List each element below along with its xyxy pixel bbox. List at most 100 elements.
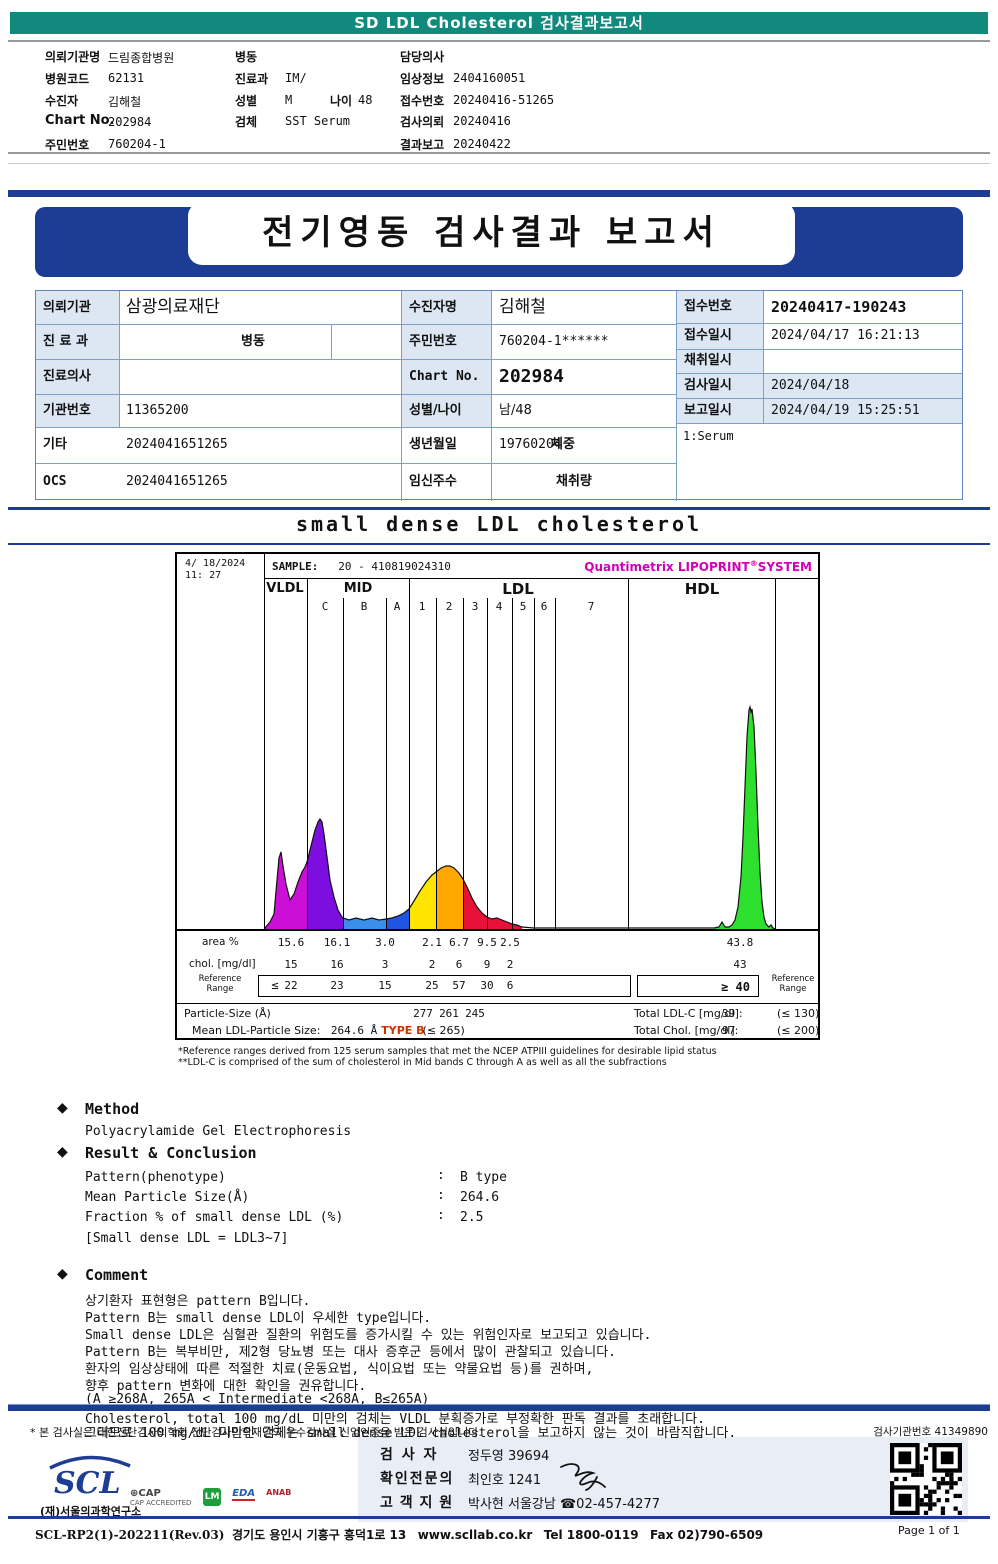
qr-module (923, 1455, 929, 1460)
lab-report-page: { "top_header": { "title": "SD LDL Chole… (0, 0, 998, 1564)
qr-module (928, 1498, 933, 1503)
grid-line (36, 359, 676, 360)
patient-info-block: 의뢰기관명 드림종합병원 병원코드 62131 수진자 김해철 Chart No… (0, 0, 998, 170)
lab-fax: Fax 02)790-6509 (650, 1528, 764, 1542)
qr-module (940, 1451, 954, 1465)
qr-module (957, 1493, 962, 1499)
table-sublabel: 병동 (241, 334, 265, 349)
qr-module (945, 1481, 950, 1486)
result-title: Result & Conclusion (85, 1144, 257, 1162)
result-key: Pattern(phenotype) (85, 1170, 226, 1185)
table-value: 760204-1****** (499, 334, 609, 349)
qr-module (919, 1464, 924, 1469)
table-label: 접수일시 (684, 328, 732, 343)
scl-logo-mark: SCL (49, 1455, 131, 1501)
qr-module (940, 1476, 946, 1482)
bullet-icon: ◆ (57, 1266, 68, 1282)
qr-module (894, 1476, 899, 1482)
result-sep: : (437, 1208, 445, 1223)
sign-value: 정두영 39694 (468, 1449, 550, 1464)
sign-value: 최인호 1241 (468, 1473, 542, 1488)
chart-value: 277 (413, 1007, 433, 1020)
banner-top-bar (8, 190, 990, 197)
qr-module (919, 1468, 924, 1473)
qr-module (932, 1502, 937, 1507)
report-info-table: 의뢰기관 삼광의료재단 진 료 과 병동 진료의사 기관번호 11365200 … (35, 290, 963, 501)
chart-value: 9 (483, 958, 491, 971)
qr-module (923, 1493, 929, 1499)
table-label: 성별/나이 (409, 403, 462, 418)
table-label: 주민번호 (409, 334, 457, 349)
lab-tel: Tel 1800-0119 (543, 1528, 639, 1542)
grid-line (331, 324, 332, 359)
cap-accredited-logo: ⊕CAP CAP ACCREDITED (130, 1488, 192, 1507)
qr-module (949, 1476, 954, 1482)
chart-value: 261 (439, 1007, 459, 1020)
section-title-wrap: small dense LDL cholesterol (0, 512, 998, 536)
table-label: 수진자명 (409, 300, 457, 315)
page-indicator: Page 1 of 1 (898, 1524, 960, 1537)
field-label: 수진자 (45, 94, 79, 108)
eda-logo: EDA (232, 1488, 256, 1501)
field-label: 임상정보 (400, 72, 445, 86)
table-value: 202984 (499, 366, 565, 387)
table-sublabel: 체중 (551, 437, 575, 452)
field-value: 760204-1 (108, 137, 166, 151)
signature-panel: 검 사 자 정두영 39694 확인전문의 최인호 1241 고 객 지 원 박… (358, 1437, 968, 1522)
section-rule (8, 543, 990, 545)
table-label: Chart No. (409, 369, 480, 384)
grid-line (401, 291, 402, 501)
field-value: 20240416-51265 (453, 93, 555, 107)
signature-scribble (560, 1463, 606, 1491)
table-label: 보고일시 (684, 403, 732, 418)
footer-line: SCL-RP2(1)-202211(Rev.03) 경기도 용인시 기흥구 흥덕… (35, 1526, 763, 1543)
sign-label: 검 사 자 (380, 1447, 439, 1463)
field-label: 병원코드 (45, 72, 90, 86)
table-label: OCS (43, 474, 67, 489)
result-sep: : (437, 1188, 445, 1203)
grid-line (491, 291, 492, 501)
qr-module (932, 1489, 937, 1494)
table-label: 의뢰기관 (43, 300, 91, 315)
grid-line (763, 291, 764, 423)
table-value: 남/48 (499, 403, 532, 418)
result-key: Fraction % of small dense LDL (%) (85, 1210, 344, 1225)
sign-label: 확인전문의 (380, 1471, 455, 1487)
divider (8, 163, 990, 164)
qr-module (923, 1510, 929, 1515)
lm-logo: LM (203, 1488, 222, 1506)
qr-module (928, 1493, 933, 1499)
table-value: 2024/04/17 16:21:13 (771, 328, 920, 343)
footer-rule (8, 1516, 990, 1519)
chart-value: 2.5 (500, 936, 520, 949)
chart-value: 16 (330, 958, 344, 971)
field-value: 62131 (108, 71, 145, 85)
divider (8, 40, 990, 42)
qr-module (923, 1485, 929, 1490)
result-note: [Small dense LDL = LDL3~7] (85, 1231, 289, 1246)
qr-module (953, 1493, 958, 1499)
field-value: 20240416 (453, 114, 511, 128)
chart-value: 15 (284, 958, 298, 971)
chart-value: 15.6 (277, 936, 305, 949)
body-end-rule (8, 1404, 990, 1411)
qr-module (949, 1485, 954, 1490)
method-line: Polyacrylamide Gel Electrophoresis (85, 1124, 352, 1139)
table-value: 2024/04/19 15:25:51 (771, 403, 920, 418)
field-value: 김해철 (108, 95, 142, 109)
qr-module (940, 1506, 946, 1511)
qr-code (890, 1443, 962, 1515)
field-value: M (285, 93, 293, 107)
title-banner-window: 전기영동 검사결과 보고서 (188, 202, 795, 265)
qr-module (940, 1510, 946, 1515)
chart-value: 23 (330, 979, 344, 992)
qr-module (919, 1472, 924, 1477)
table-sublabel: 채취량 (556, 474, 592, 489)
chart-value: 3 (381, 958, 389, 971)
chart-value: 30 (480, 979, 494, 992)
qr-module (919, 1502, 924, 1507)
sign-value: 박사현 서울강남 ☎02-457-4277 (468, 1497, 660, 1512)
chart-value: 22 (284, 979, 298, 992)
field-label: 담당의사 (400, 50, 445, 64)
table-label: 생년월일 (409, 437, 457, 452)
